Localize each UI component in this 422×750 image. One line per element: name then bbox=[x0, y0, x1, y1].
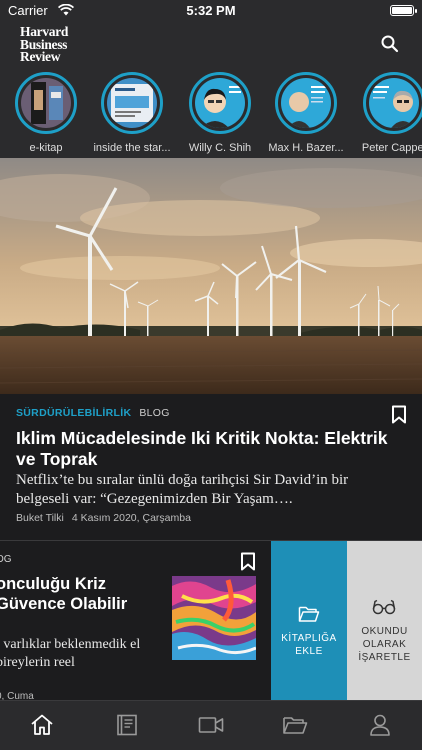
category-label[interactable]: SÜRDÜRÜLEBİLİRLİK bbox=[16, 407, 131, 419]
bookmark-icon[interactable] bbox=[391, 405, 407, 424]
bookmark-icon[interactable] bbox=[240, 552, 256, 571]
article-kicker: SÜRDÜRÜLEBİLİRLİK BLOG bbox=[16, 407, 170, 419]
article-title[interactable]: Iklim Mücadelesinde Iki Kritik Nokta: El… bbox=[16, 428, 396, 470]
label-line: İŞARETLE bbox=[358, 652, 411, 663]
hbr-logo[interactable]: Harvard Business Review bbox=[20, 25, 68, 64]
app-header: Harvard Business Review bbox=[0, 22, 422, 66]
magazine-cover-icon bbox=[107, 78, 157, 128]
article-thumbnail[interactable] bbox=[172, 576, 256, 660]
folder-icon bbox=[298, 606, 320, 622]
glasses-icon bbox=[372, 599, 396, 615]
featured-article[interactable]: SÜRDÜRÜLEBİLİRLİK BLOG Iklim Mücadelesind… bbox=[0, 394, 422, 540]
mark-as-read-label: OKUNDU OLARAK İŞARETLE bbox=[347, 625, 422, 664]
article-card[interactable]: OG onculuğu Kriz Güvence Olabilir l varl… bbox=[0, 541, 271, 700]
article-summary: l varlıklar beklenmedik el bireylerin re… bbox=[0, 637, 141, 670]
story-item[interactable]: e-kitap bbox=[4, 72, 88, 154]
status-bar: Carrier 5:32 PM bbox=[0, 0, 422, 22]
story-item[interactable]: inside the star... bbox=[90, 72, 174, 154]
article-author: Buket Tilki bbox=[16, 512, 64, 524]
label-line: OKUNDU bbox=[361, 626, 408, 637]
article-date: 0, Cuma bbox=[0, 691, 34, 700]
story-item[interactable]: Max H. Bazer... bbox=[264, 72, 348, 154]
author-portrait-icon bbox=[369, 78, 419, 128]
story-label: inside the star... bbox=[93, 142, 171, 154]
video-icon[interactable] bbox=[198, 713, 224, 737]
article-date: 4 Kasım 2020, Çarşamba bbox=[71, 512, 191, 524]
article-type: BLOG bbox=[139, 407, 170, 419]
profile-icon[interactable] bbox=[368, 713, 392, 737]
book-icon[interactable] bbox=[115, 713, 139, 737]
tab-bar bbox=[0, 700, 422, 750]
author-portrait-icon bbox=[281, 78, 331, 128]
label-line: KİTAPLIĞA bbox=[281, 633, 337, 644]
battery-icon bbox=[390, 5, 417, 16]
article-summary: Netflix’te bu sıralar ünlü doğa tarihçis… bbox=[16, 472, 349, 507]
article-type: OG bbox=[0, 554, 12, 565]
story-label: Peter Cappel bbox=[361, 142, 422, 154]
mark-as-read-button[interactable]: OKUNDU OLARAK İŞARETLE bbox=[347, 541, 422, 700]
story-item[interactable]: Willy C. Shih bbox=[178, 72, 262, 154]
home-icon[interactable] bbox=[30, 713, 54, 737]
stories-carousel[interactable]: e-kitap inside the star... Willy C. Shih… bbox=[0, 66, 422, 158]
story-label: Max H. Bazer... bbox=[268, 142, 344, 154]
hero-image[interactable] bbox=[0, 158, 422, 394]
folder-icon[interactable] bbox=[282, 713, 308, 737]
story-item[interactable]: Peter Cappel bbox=[352, 72, 422, 154]
ebook-cover-icon bbox=[21, 78, 71, 128]
status-time: 5:32 PM bbox=[186, 3, 236, 18]
logo-line: Review bbox=[20, 49, 61, 64]
label-line: OLARAK bbox=[362, 639, 407, 650]
story-label: e-kitap bbox=[29, 142, 63, 154]
author-portrait-icon bbox=[195, 78, 245, 128]
search-icon[interactable] bbox=[380, 34, 400, 54]
article-title[interactable]: onculuğu Kriz Güvence Olabilir bbox=[0, 574, 166, 614]
article-meta: Buket Tilki 4 Kasım 2020, Çarşamba bbox=[16, 512, 191, 524]
add-to-library-label: KİTAPLIĞA EKLE bbox=[271, 632, 347, 658]
add-to-library-button[interactable]: KİTAPLIĞA EKLE bbox=[271, 541, 347, 700]
story-label: Willy C. Shih bbox=[188, 142, 252, 154]
label-line: EKLE bbox=[295, 646, 323, 657]
